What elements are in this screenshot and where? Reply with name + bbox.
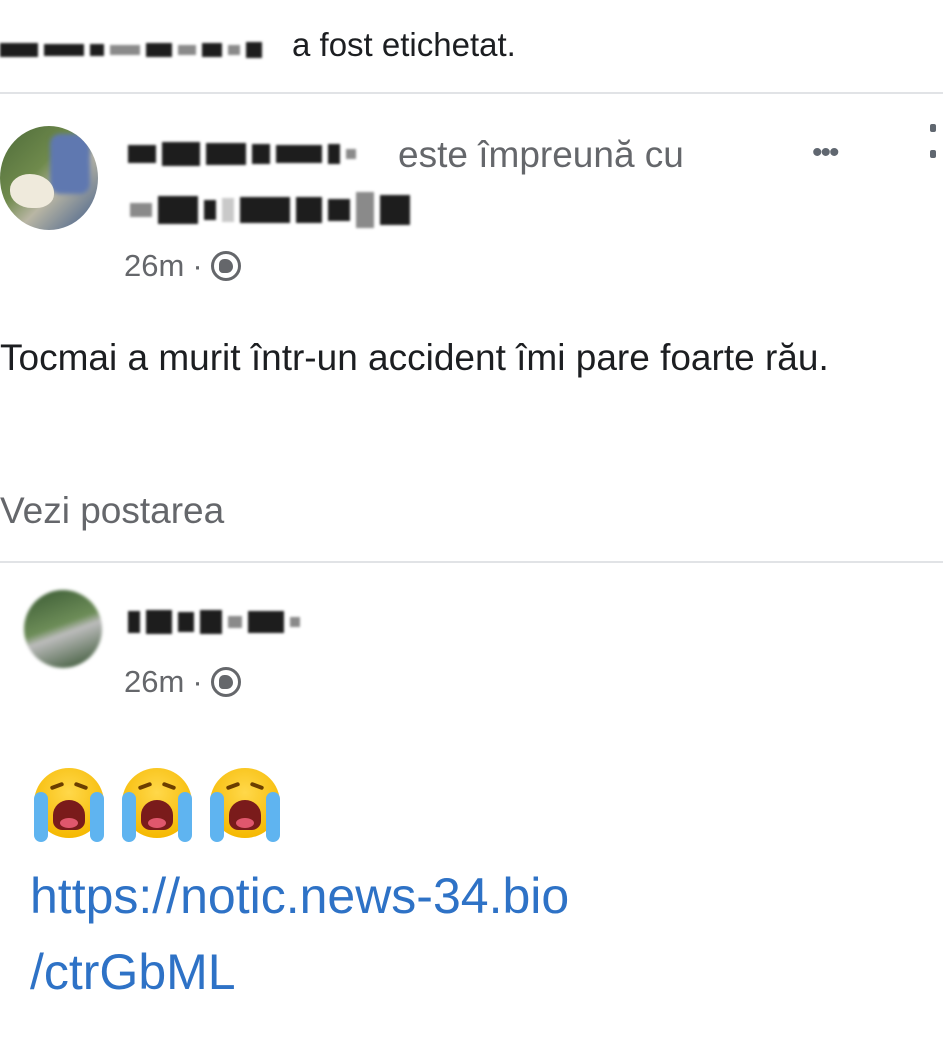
post2-timestamp[interactable]: 26m [124,664,184,700]
url-line-1[interactable]: https://notic.news-34.bio [30,858,930,934]
post1-author-name-redacted[interactable] [128,134,356,174]
emoji-row [30,766,284,844]
loudly-crying-face-icon [118,766,196,844]
see-post-link[interactable]: Vezi postarea [0,490,224,532]
edge-icon-fragment [930,124,938,168]
post1-tagged-names-redacted[interactable] [130,188,410,232]
divider [0,561,943,563]
post1-with-text: este împreună cu [398,134,684,175]
divider [0,92,943,94]
loudly-crying-face-icon [206,766,284,844]
tagged-user-name-redacted [0,30,262,70]
post2-author-avatar[interactable] [24,590,102,668]
post1-timestamp[interactable]: 26m [124,248,184,284]
post2-author-name-redacted[interactable] [128,604,300,640]
post1-author-avatar[interactable] [0,126,98,230]
more-horizontal-icon[interactable]: ••• [812,136,839,170]
post1-meta: 26m · [124,248,241,284]
globe-icon [210,251,241,281]
meta-separator: · [192,248,203,283]
meta-separator: · [192,664,203,699]
post2-url-link[interactable]: https://notic.news-34.bio /ctrGbML [30,858,930,1010]
post1-body-text: Tocmai a murit într-un accident îmi pare… [0,337,829,378]
post2-meta: 26m · [124,664,241,700]
loudly-crying-face-icon [30,766,108,844]
tagged-notice-text: a fost etichetat. [292,26,516,63]
url-line-2[interactable]: /ctrGbML [30,934,930,1010]
globe-icon [210,667,241,697]
